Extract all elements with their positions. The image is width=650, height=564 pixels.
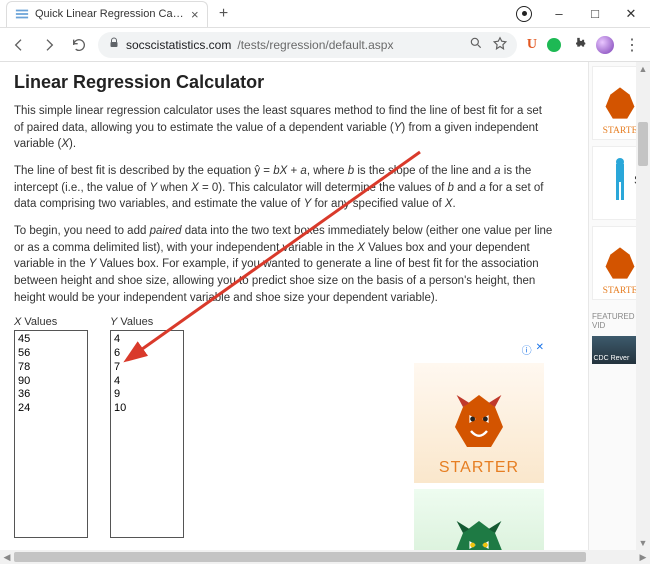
search-icon[interactable] [469, 36, 483, 53]
horizontal-scroll-thumb[interactable] [14, 552, 586, 562]
tab-title: Quick Linear Regression Calculat [35, 8, 185, 20]
new-tab-button[interactable]: + [212, 2, 236, 26]
horizontal-scrollbar[interactable]: ◀ ▶ [0, 550, 650, 564]
extension-u-icon[interactable]: U [527, 37, 537, 53]
y-values-label: Y Values [110, 316, 184, 328]
tab-favicon [15, 7, 29, 21]
address-bar[interactable]: socscistatistics.com/tests/regression/de… [98, 32, 517, 58]
scroll-right-button[interactable]: ▶ [636, 552, 650, 563]
url-path: /tests/regression/default.aspx [237, 38, 393, 52]
intro-paragraph-1: This simple linear regression calculator… [14, 103, 554, 153]
page-viewport: Linear Regression Calculator This simple… [0, 62, 650, 550]
tab-strip: Quick Linear Regression Calculat × + [0, 0, 516, 28]
scroll-left-button[interactable]: ◀ [0, 552, 14, 563]
intro-paragraph-3: To begin, you need to add paired data in… [14, 223, 554, 306]
lock-icon [108, 37, 120, 52]
page-title: Linear Regression Calculator [14, 72, 580, 93]
window-minimize-button[interactable]: – [550, 5, 568, 23]
svg-text:STARTE: STARTE [602, 285, 637, 296]
y-values-column: Y Values [110, 316, 184, 538]
extensions-button[interactable] [571, 36, 586, 54]
extensions-area: U ⋮ [525, 35, 642, 55]
x-values-label: X Values [14, 316, 88, 328]
horizontal-scroll-track[interactable] [14, 552, 636, 562]
x-values-column: X Values [14, 316, 88, 538]
vertical-scrollbar[interactable]: ▲ ▼ [636, 62, 650, 550]
account-indicator-icon[interactable] [516, 6, 532, 22]
forward-button[interactable] [38, 34, 60, 56]
address-bar-actions [469, 36, 507, 53]
window-close-button[interactable]: ✕ [622, 5, 640, 23]
page-content: Linear Regression Calculator This simple… [0, 62, 588, 550]
side-ad-panel: STARTE S STARTE FEATURED VID CDC Rever ▲… [588, 62, 650, 550]
scroll-up-button[interactable]: ▲ [636, 62, 650, 76]
vertical-scroll-thumb[interactable] [638, 122, 648, 166]
y-values-input[interactable] [110, 330, 184, 538]
window-controls: – □ ✕ [516, 5, 650, 23]
ad-info-icon[interactable]: ⓘ [522, 342, 532, 357]
url-host: socscistatistics.com [126, 38, 231, 52]
star-icon[interactable] [493, 36, 507, 53]
extension-green-icon[interactable] [547, 38, 561, 52]
browser-toolbar: socscistatistics.com/tests/regression/de… [0, 28, 650, 62]
tiger-mascot-icon [439, 383, 519, 463]
intro-paragraph-2: The line of best fit is described by the… [14, 163, 554, 213]
browser-menu-button[interactable]: ⋮ [624, 35, 640, 55]
window-maximize-button[interactable]: □ [586, 5, 604, 23]
scroll-down-button[interactable]: ▼ [636, 536, 650, 550]
ad-starter[interactable]: STARTER [414, 363, 544, 483]
tab-close-icon[interactable]: × [191, 7, 199, 22]
reload-button[interactable] [68, 34, 90, 56]
x-values-input[interactable] [14, 330, 88, 538]
ad-creator[interactable]: CREATOR [414, 489, 544, 550]
ad-close-icon[interactable]: ✕ [536, 342, 544, 357]
svg-text:STARTE: STARTE [602, 125, 637, 136]
tiger-green-mascot-icon [439, 509, 519, 550]
profile-avatar[interactable] [596, 36, 614, 54]
inline-ad-stack: ⓘ ✕ STARTER [414, 342, 544, 550]
window-titlebar: Quick Linear Regression Calculat × + – □… [0, 0, 650, 28]
ad-starter-label: STARTER [439, 459, 519, 477]
ad-controls: ⓘ ✕ [414, 342, 544, 357]
browser-tab-active[interactable]: Quick Linear Regression Calculat × [6, 1, 208, 27]
back-button[interactable] [8, 34, 30, 56]
